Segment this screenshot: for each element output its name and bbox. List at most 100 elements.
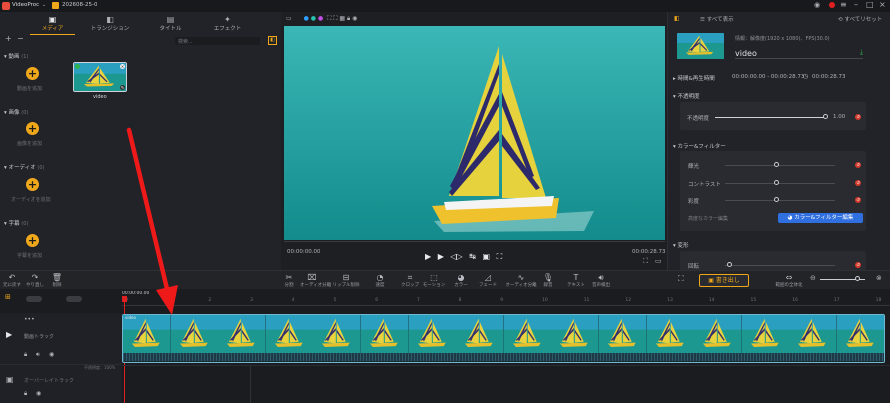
- rotate-slider[interactable]: [725, 265, 835, 266]
- contrast-slider[interactable]: [725, 183, 835, 184]
- record-button[interactable]: 🎙︎ 録音: [540, 273, 556, 288]
- audio-detect-button[interactable]: 🔊︎ 音声検出: [590, 273, 612, 288]
- user-icon[interactable]: ◉: [814, 1, 820, 9]
- fit-icon[interactable]: ⛶: [678, 274, 684, 284]
- brightness-knob[interactable]: [774, 162, 779, 167]
- show-all-link[interactable]: ☰ すべて表示: [700, 15, 734, 23]
- contrast-knob[interactable]: [774, 180, 779, 185]
- audio-separate-button[interactable]: ∿ オーディオ分離: [505, 273, 537, 288]
- project-name[interactable]: 202608-25-0: [62, 2, 97, 8]
- opacity-slider-knob[interactable]: [823, 114, 828, 119]
- snap-toggle[interactable]: [26, 296, 42, 302]
- reset-all-button[interactable]: ⟲ すべてリセット: [838, 15, 882, 23]
- redo-button[interactable]: ↷ やり直し: [25, 273, 45, 288]
- overlay-track-lock-icon[interactable]: 🔒︎: [24, 390, 27, 398]
- panel-collapse-icon[interactable]: ◧: [674, 15, 680, 22]
- rotate-reset-icon[interactable]: ↺: [855, 262, 861, 268]
- mark-in-icon[interactable]: ◁▷: [450, 252, 462, 261]
- export-button[interactable]: ▣ 書き出し: [699, 274, 749, 287]
- snapshot-camera-icon[interactable]: ▣: [483, 252, 491, 261]
- tab-effect[interactable]: ✦ エフェクト: [205, 15, 250, 32]
- video-track-audio-icon[interactable]: 🔊︎: [36, 351, 40, 359]
- saturation-slider[interactable]: [725, 200, 835, 201]
- next-frame-icon[interactable]: ▶: [438, 252, 444, 261]
- video-clip[interactable]: video: [122, 314, 885, 363]
- add-video-button[interactable]: +: [26, 67, 39, 80]
- split-button[interactable]: ✂ 分割: [279, 273, 299, 288]
- magnet-icon[interactable]: [66, 296, 82, 302]
- color-filter-edit-button[interactable]: ◕ カラー&フィルター編集: [778, 213, 863, 223]
- menu-icon[interactable]: ≡: [840, 0, 847, 9]
- brightness-slider[interactable]: [725, 165, 835, 166]
- color-dot-purple-icon[interactable]: ●: [318, 15, 323, 22]
- contrast-reset-icon[interactable]: ↺: [855, 180, 861, 186]
- panel-toggle-icon[interactable]: ◧: [268, 36, 277, 45]
- snapshot-icon[interactable]: ⛶: [327, 15, 331, 22]
- video-preview[interactable]: [284, 26, 665, 240]
- progress-bar[interactable]: [284, 241, 665, 242]
- clip-name-input[interactable]: video: [735, 49, 863, 59]
- screen-icon[interactable]: ▭: [655, 257, 662, 265]
- eye-icon[interactable]: ◉: [352, 15, 357, 22]
- color-dot-teal-icon[interactable]: ●: [311, 15, 316, 22]
- saturation-knob[interactable]: [774, 197, 779, 202]
- video-track-lock-icon[interactable]: 🔒︎: [24, 351, 27, 359]
- add-subtitle-button[interactable]: +: [26, 234, 39, 247]
- ripple-delete-button[interactable]: ⊟ リップル削除: [330, 273, 362, 288]
- duration-section[interactable]: ▸ 時間&再生時間: [673, 74, 715, 82]
- overlay-track-lane[interactable]: [122, 365, 890, 403]
- tab-media[interactable]: ▣ メディア: [30, 15, 75, 35]
- opacity-section[interactable]: ▾ 不透明度: [673, 92, 700, 100]
- zoom-out-icon[interactable]: ⊖: [810, 274, 816, 282]
- saturation-reset-icon[interactable]: ↺: [855, 197, 861, 203]
- fullscreen-preview-icon[interactable]: ⛶: [497, 252, 503, 261]
- play-icon[interactable]: ▶: [425, 252, 431, 261]
- media-clip-thumbnail[interactable]: × ✎: [73, 62, 127, 92]
- close-icon[interactable]: ×: [879, 0, 886, 9]
- add-media-icon[interactable]: +: [5, 34, 12, 43]
- audio-section-header[interactable]: ▾ オーディオ (0): [4, 163, 44, 171]
- crop-icon[interactable]: ⛶: [333, 15, 337, 22]
- minimize-icon[interactable]: –: [854, 0, 858, 9]
- opacity-reset-icon[interactable]: ↺: [855, 114, 861, 120]
- text-button[interactable]: T テキスト: [566, 273, 586, 288]
- brightness-reset-icon[interactable]: ↺: [855, 162, 861, 168]
- delete-button[interactable]: 🗑︎ 削除: [48, 273, 66, 288]
- video-track-more-icon[interactable]: •••: [24, 316, 35, 323]
- app-menu[interactable]: VideoProc: [12, 2, 39, 8]
- crop-button[interactable]: ⌗ クロップ: [400, 273, 420, 288]
- safe-area-icon[interactable]: ▭: [286, 15, 292, 22]
- zoom-close-icon[interactable]: ⊗: [876, 274, 882, 282]
- search-input[interactable]: 検索...: [175, 37, 260, 45]
- video-track-eye-icon[interactable]: ◉: [49, 351, 54, 358]
- tab-transition[interactable]: ◧ トランジション: [85, 15, 135, 32]
- speed-button[interactable]: ◔ 速度: [371, 273, 389, 288]
- color-dot-blue-icon[interactable]: ●: [304, 15, 309, 22]
- expand-icon[interactable]: ⛶: [643, 257, 648, 266]
- image-section-header[interactable]: ▾ 画像 (0): [4, 108, 28, 116]
- opacity-slider[interactable]: [715, 117, 825, 118]
- rotate-knob[interactable]: [727, 262, 732, 267]
- subtitle-section-header[interactable]: ▾ 字幕 (0): [4, 219, 28, 227]
- detach-audio-button[interactable]: ⌧ オーディオ分離: [300, 273, 331, 288]
- color-section[interactable]: ▾ カラー&フィルター: [673, 142, 726, 150]
- grid-icon[interactable]: ▦: [339, 15, 345, 22]
- fade-button[interactable]: ◿ フェード: [478, 273, 498, 288]
- download-icon[interactable]: ⤓: [860, 48, 863, 57]
- timeline-ruler[interactable]: 0123456789101112131415161718: [122, 298, 890, 306]
- undo-button[interactable]: ↶ 元に戻す: [2, 273, 22, 288]
- zoom-knob[interactable]: [855, 276, 860, 281]
- remove-media-icon[interactable]: −: [17, 34, 24, 43]
- add-track-icon[interactable]: ⊞: [5, 293, 11, 301]
- transform-section[interactable]: ▾ 変形: [673, 241, 689, 249]
- mark-out-icon[interactable]: ↹: [469, 252, 476, 261]
- tab-title[interactable]: ▤ タイトル: [148, 15, 193, 32]
- remove-clip-icon[interactable]: ×: [120, 64, 125, 69]
- add-image-button[interactable]: +: [26, 122, 39, 135]
- notification-badge[interactable]: [829, 2, 835, 8]
- lock-icon[interactable]: 🔒︎: [347, 15, 350, 22]
- add-audio-button[interactable]: +: [26, 178, 39, 191]
- video-section-header[interactable]: ▾ 動画 (1): [4, 52, 28, 60]
- maximize-icon[interactable]: □: [866, 0, 874, 9]
- chevron-down-icon[interactable]: ⌄: [42, 2, 46, 8]
